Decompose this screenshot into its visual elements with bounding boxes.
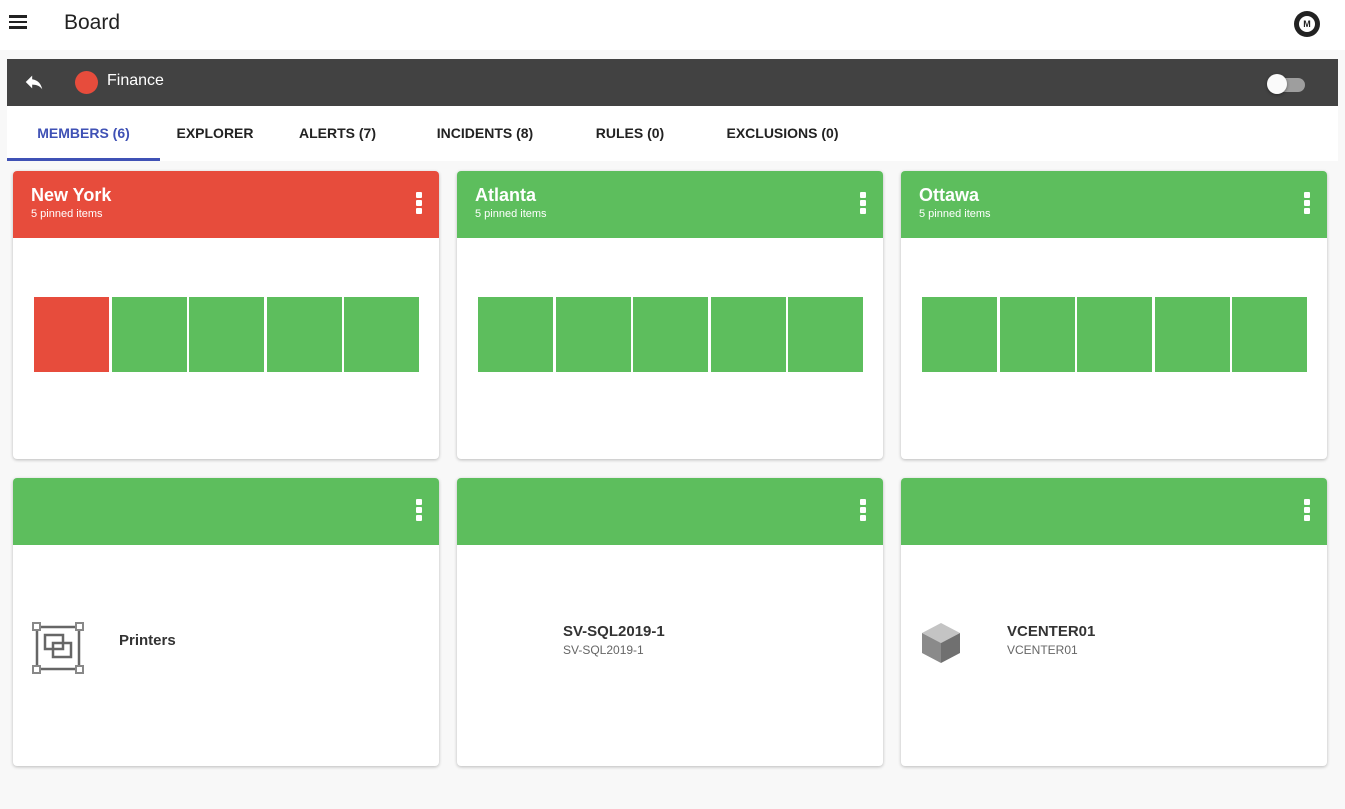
group-bar: Finance <box>7 59 1338 106</box>
active-tab-indicator <box>7 158 160 161</box>
card-header <box>901 478 1327 545</box>
cube-icon <box>919 621 963 670</box>
pinned-item-tile[interactable] <box>344 297 419 372</box>
pinned-item-tile[interactable] <box>1077 297 1152 372</box>
card-subtitle: 5 pinned items <box>31 208 103 220</box>
pinned-item-tile[interactable] <box>999 297 1075 372</box>
logo-icon[interactable]: M <box>1294 11 1320 37</box>
member-card-atlanta[interactable]: Atlanta 5 pinned items <box>457 171 883 459</box>
card-title: Atlanta <box>475 185 537 205</box>
member-subtitle: VCENTER01 <box>1007 643 1078 657</box>
pinned-items <box>922 297 1307 372</box>
view-toggle[interactable] <box>1267 74 1307 94</box>
pinned-item-tile[interactable] <box>1154 297 1230 372</box>
card-header: Atlanta 5 pinned items <box>457 171 883 238</box>
tab-exclusions[interactable]: EXCLUSIONS (0) <box>695 106 870 161</box>
app-title: Board <box>64 11 121 34</box>
more-vert-icon[interactable] <box>1299 498 1315 524</box>
card-header: Ottawa 5 pinned items <box>901 171 1327 238</box>
tab-explorer[interactable]: EXPLORER <box>160 106 270 161</box>
pinned-item-tile[interactable] <box>189 297 264 372</box>
member-card-ottawa[interactable]: Ottawa 5 pinned items <box>901 171 1327 459</box>
member-card-new-york[interactable]: New York 5 pinned items <box>13 171 439 459</box>
group-status-dot <box>75 71 98 94</box>
pinned-item-tile[interactable] <box>478 297 553 372</box>
member-name: VCENTER01 <box>1007 623 1096 640</box>
pinned-item-tile[interactable] <box>922 297 997 372</box>
back-icon[interactable] <box>23 71 45 93</box>
member-card-printers[interactable]: Printers <box>13 478 439 766</box>
group-name: Finance <box>107 72 164 89</box>
more-vert-icon[interactable] <box>411 191 427 217</box>
card-title: Ottawa <box>919 185 980 205</box>
member-card-vcenter01[interactable]: VCENTER01 VCENTER01 <box>901 478 1327 766</box>
pinned-item-tile[interactable] <box>111 297 187 372</box>
card-header <box>13 478 439 545</box>
pinned-items <box>478 297 863 372</box>
pinned-item-tile[interactable] <box>266 297 342 372</box>
card-header: New York 5 pinned items <box>13 171 439 238</box>
tab-members[interactable]: MEMBERS (6) <box>7 106 160 161</box>
more-vert-icon[interactable] <box>855 498 871 524</box>
pinned-item-tile[interactable] <box>555 297 631 372</box>
member-name: Printers <box>119 632 176 649</box>
tab-alerts[interactable]: ALERTS (7) <box>270 106 405 161</box>
pinned-item-tile[interactable] <box>633 297 708 372</box>
more-vert-icon[interactable] <box>855 191 871 217</box>
pinned-item-tile[interactable] <box>1232 297 1307 372</box>
card-subtitle: 5 pinned items <box>919 208 991 220</box>
more-vert-icon[interactable] <box>411 498 427 524</box>
member-name: SV-SQL2019-1 <box>563 623 665 640</box>
top-app-bar: Board M <box>0 0 1345 50</box>
pinned-item-tile[interactable] <box>34 297 109 372</box>
tab-incidents[interactable]: INCIDENTS (8) <box>405 106 565 161</box>
card-header <box>457 478 883 545</box>
pinned-item-tile[interactable] <box>710 297 786 372</box>
member-subtitle: SV-SQL2019-1 <box>563 643 644 657</box>
card-title: New York <box>31 185 112 205</box>
more-vert-icon[interactable] <box>1299 191 1315 217</box>
pinned-item-tile[interactable] <box>788 297 863 372</box>
pinned-items <box>34 297 419 372</box>
member-card-sv-sql2019-1[interactable]: SV-SQL2019-1 SV-SQL2019-1 <box>457 478 883 766</box>
group-icon <box>31 621 85 680</box>
menu-icon[interactable] <box>9 15 27 29</box>
card-subtitle: 5 pinned items <box>475 208 547 220</box>
tab-bar: MEMBERS (6) EXPLORER ALERTS (7) INCIDENT… <box>7 106 1338 161</box>
tab-rules[interactable]: RULES (0) <box>565 106 695 161</box>
